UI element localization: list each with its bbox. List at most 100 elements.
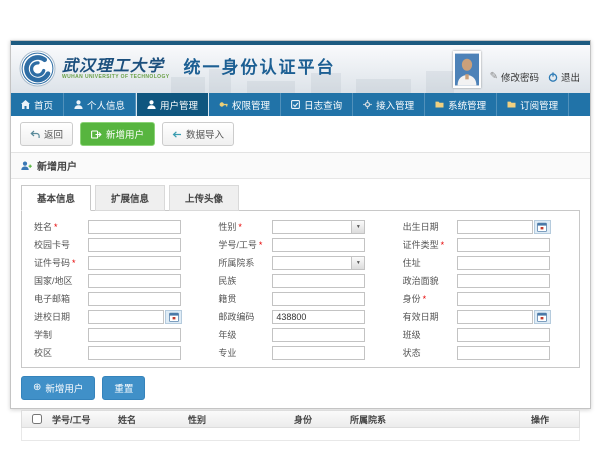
nav-label: 首页 <box>34 98 53 112</box>
id-number-input[interactable] <box>88 256 181 270</box>
status-input[interactable] <box>457 346 550 360</box>
country-region-input[interactable] <box>88 274 181 288</box>
valid-date-input[interactable] <box>457 310 533 324</box>
field-major: 专业 <box>208 345 392 360</box>
tab-upload-avatar[interactable]: 上传头像 <box>169 185 239 211</box>
field-label: 校区 <box>34 348 52 358</box>
campus-card-number-input[interactable] <box>88 238 181 252</box>
birth-date-input[interactable] <box>457 220 533 234</box>
data-import-button[interactable]: 数据导入 <box>162 122 234 146</box>
avatar[interactable] <box>453 51 481 88</box>
nav-label: 权限管理 <box>232 98 270 112</box>
submit-add-user-button[interactable]: ⊕ 新增用户 <box>21 376 95 400</box>
toolbar: 返回 新增用户 数据导入 <box>11 116 590 153</box>
field-label: 状态 <box>403 348 421 358</box>
field-label: 国家/地区 <box>34 276 73 286</box>
users-icon <box>147 100 156 109</box>
reset-button[interactable]: 重置 <box>102 376 145 400</box>
table-header-row: 学号/工号 姓名 性别 身份 所属院系 操作 <box>21 410 580 428</box>
field-identity: 身份* <box>393 291 577 306</box>
nav-item-system-management[interactable]: 系统管理 <box>425 93 497 116</box>
field-id-type: 证件类型* <box>393 237 577 252</box>
field-gender: 性别* ▼ <box>208 219 392 234</box>
field-label: 邮政编码 <box>218 312 254 322</box>
nav-item-user-management[interactable]: 用户管理 <box>136 93 209 116</box>
address-input[interactable] <box>457 256 550 270</box>
folder-icon <box>435 100 444 109</box>
major-input[interactable] <box>272 346 365 360</box>
new-user-label: 新增用户 <box>106 127 144 141</box>
grade-input[interactable] <box>272 328 365 342</box>
empty-table-row <box>21 428 580 441</box>
nav-label: 个人信息 <box>87 98 125 112</box>
field-label: 住址 <box>403 258 421 268</box>
nav-item-personal-info[interactable]: 个人信息 <box>64 93 136 116</box>
calendar-icon[interactable] <box>534 310 551 324</box>
id-type-input[interactable] <box>457 238 550 252</box>
field-email: 电子邮箱 <box>24 291 208 306</box>
header: 武汉理工大学 WUHAN UNIVERSITY OF TECHNOLOGY 统一… <box>11 45 590 93</box>
checklist-icon <box>291 100 300 109</box>
nav-label: 系统管理 <box>448 98 486 112</box>
required-asterisk: * <box>238 222 242 232</box>
data-import-label: 数据导入 <box>186 127 224 141</box>
field-id-number: 证件号码* <box>24 255 208 270</box>
field-label: 有效日期 <box>403 312 439 322</box>
field-label: 班级 <box>403 330 421 340</box>
field-campus: 校区 <box>24 345 208 360</box>
select-all-checkbox[interactable] <box>32 414 42 424</box>
building-silhouette <box>356 79 411 93</box>
logout-label: 退出 <box>561 70 580 84</box>
postal-code-input[interactable] <box>272 310 365 324</box>
native-place-input[interactable] <box>272 292 365 306</box>
department-select[interactable]: ▼ <box>272 256 365 270</box>
student-id-input[interactable] <box>272 238 365 252</box>
class-input[interactable] <box>457 328 550 342</box>
field-label: 籍贯 <box>218 294 236 304</box>
field-birth-date: 出生日期 <box>393 219 577 234</box>
name-input[interactable] <box>88 220 181 234</box>
column-operation: 操作 <box>527 413 579 426</box>
gender-select[interactable]: ▼ <box>272 220 365 234</box>
nav-item-permission-management[interactable]: 权限管理 <box>209 93 281 116</box>
field-label: 证件号码 <box>34 258 70 268</box>
field-label: 出生日期 <box>403 222 439 232</box>
submit-label: 新增用户 <box>45 381 83 395</box>
chevron-down-icon: ▼ <box>351 257 364 269</box>
column-department: 所属院系 <box>346 413 527 426</box>
new-user-button[interactable]: 新增用户 <box>80 122 155 146</box>
field-label: 专业 <box>218 348 236 358</box>
nav-item-home[interactable]: 首页 <box>11 93 64 116</box>
nav-label: 用户管理 <box>160 98 198 112</box>
change-password-link[interactable]: ✎ 修改密码 <box>490 70 539 84</box>
ethnicity-input[interactable] <box>272 274 365 288</box>
back-button[interactable]: 返回 <box>20 122 73 146</box>
user-icon <box>74 100 83 109</box>
field-label: 电子邮箱 <box>34 294 70 304</box>
back-label: 返回 <box>44 127 63 141</box>
tab-basic-info[interactable]: 基本信息 <box>21 185 91 211</box>
calendar-icon[interactable] <box>165 310 182 324</box>
calendar-icon[interactable] <box>534 220 551 234</box>
page-title: 统一身份认证平台 <box>183 53 335 84</box>
email-input[interactable] <box>88 292 181 306</box>
back-arrow-icon <box>30 130 40 139</box>
nav-item-subscription-management[interactable]: 订阅管理 <box>497 93 569 116</box>
main-nav: 首页 个人信息 用户管理 权限管理 日志查询 接入管理 系统管理 订阅管理 <box>11 93 590 116</box>
education-system-input[interactable] <box>88 328 181 342</box>
entry-date-input[interactable] <box>88 310 164 324</box>
field-label: 学号/工号 <box>218 240 257 250</box>
user-table: 学号/工号 姓名 性别 身份 所属院系 操作 <box>21 410 580 441</box>
nav-label: 订阅管理 <box>520 98 558 112</box>
nav-item-access-management[interactable]: 接入管理 <box>353 93 425 116</box>
logout-link[interactable]: 退出 <box>548 70 580 84</box>
political-status-input[interactable] <box>457 274 550 288</box>
section-header: 新增用户 <box>11 153 590 179</box>
tab-extended-info[interactable]: 扩展信息 <box>95 185 165 211</box>
campus-input[interactable] <box>88 346 181 360</box>
field-postal-code: 邮政编码 <box>208 309 392 324</box>
identity-input[interactable] <box>457 292 550 306</box>
field-label: 姓名 <box>34 222 52 232</box>
column-identity: 身份 <box>290 413 346 426</box>
nav-item-log-query[interactable]: 日志查询 <box>281 93 353 116</box>
